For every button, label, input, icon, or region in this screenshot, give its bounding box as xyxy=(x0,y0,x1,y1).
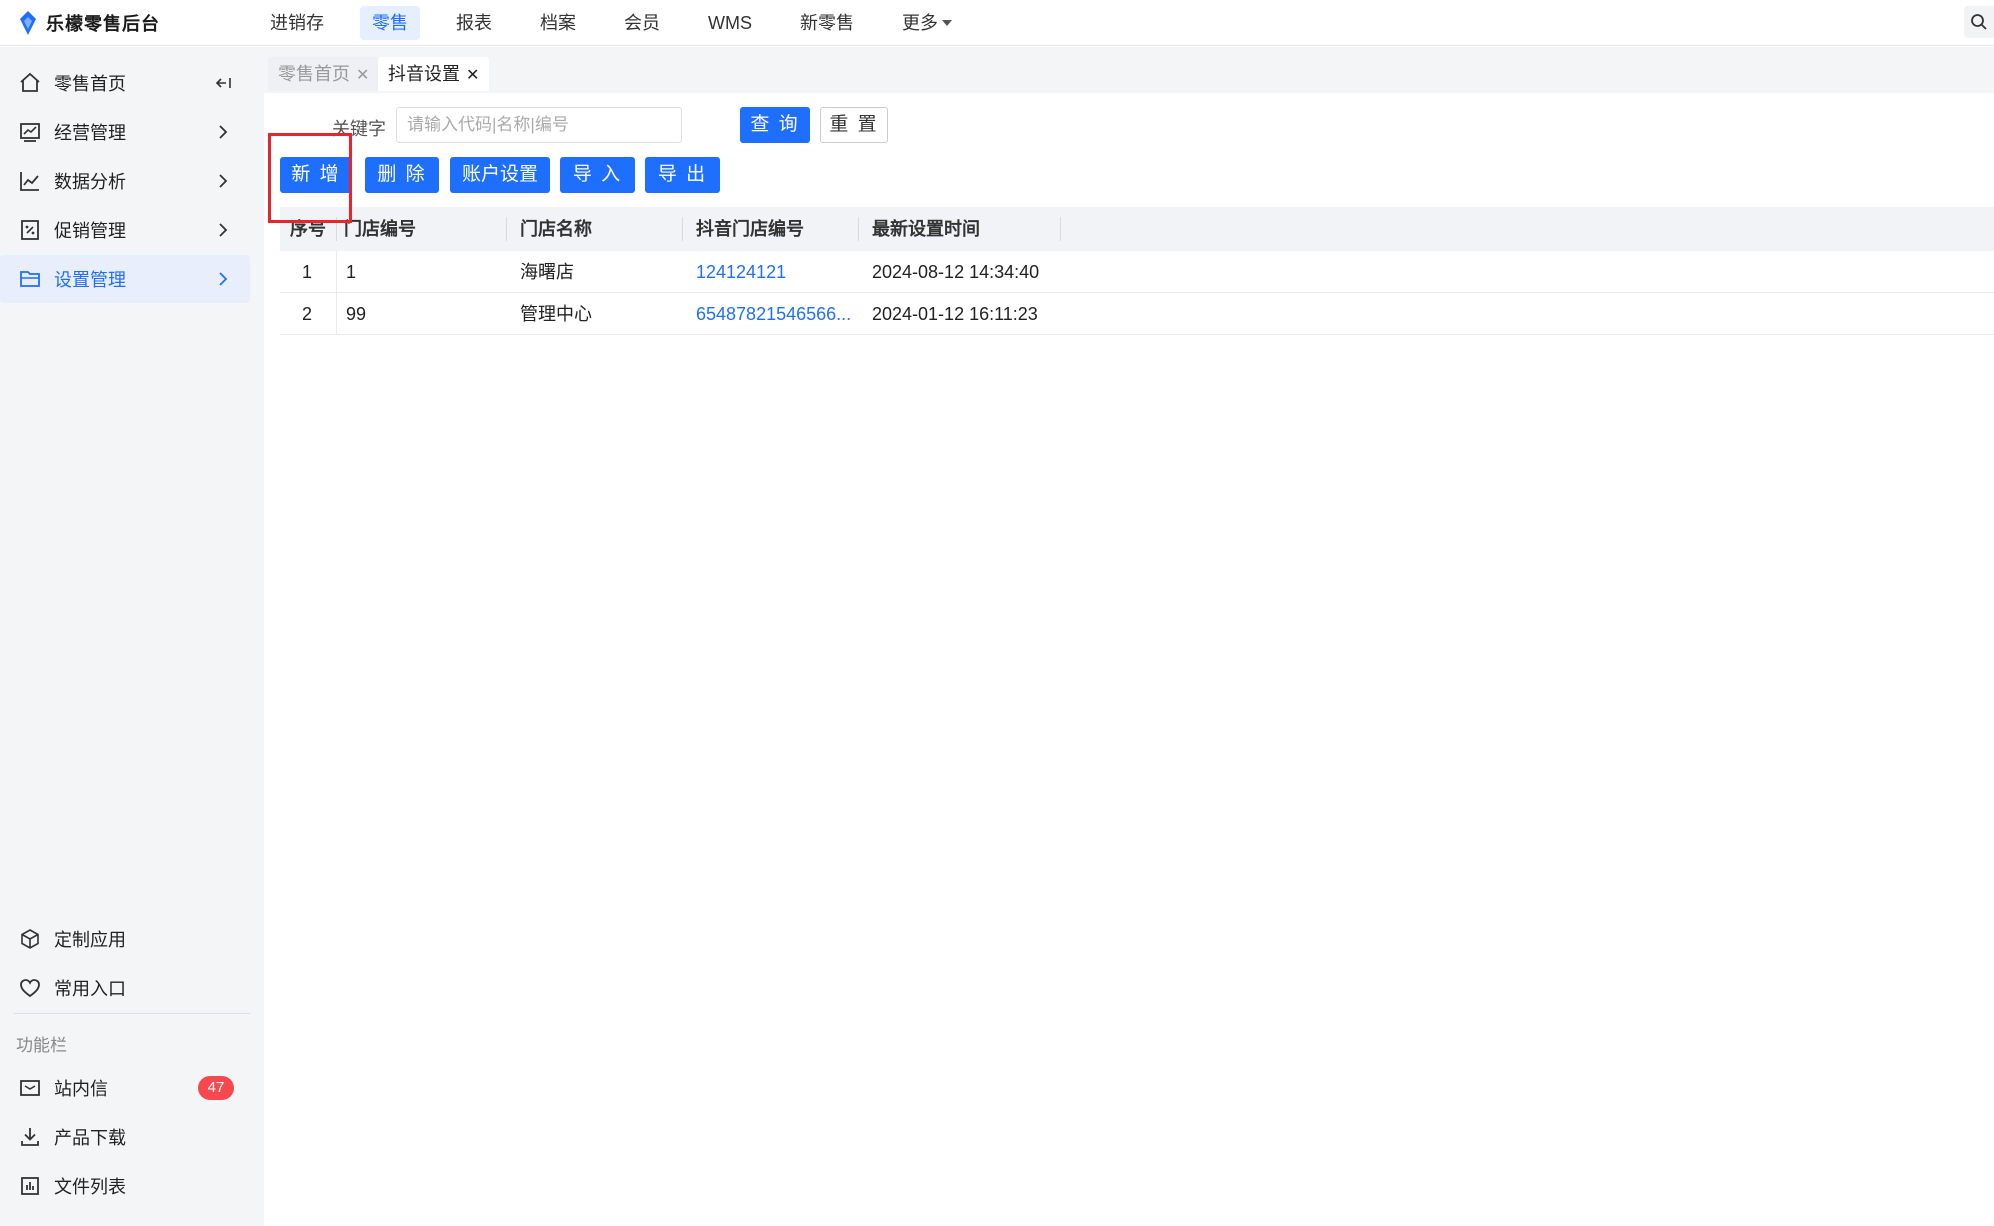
cell-douyin-code-link[interactable]: 124124121 xyxy=(696,251,786,293)
sidebar-item-label: 数据分析 xyxy=(54,172,126,192)
chevron-right-icon xyxy=(219,272,228,286)
sidebar-item-data-analysis[interactable]: 数据分析 xyxy=(0,157,250,205)
sidebar-item-file-list[interactable]: 文件列表 xyxy=(0,1162,250,1210)
column-separator xyxy=(858,217,859,241)
query-button[interactable]: 查 询 xyxy=(740,107,810,143)
close-icon[interactable]: ✕ xyxy=(466,67,479,84)
import-button[interactable]: 导 入 xyxy=(560,157,635,193)
app-logo[interactable]: 乐檬零售后台 xyxy=(18,8,160,38)
sidebar-item-custom-apps[interactable]: 定制应用 xyxy=(0,915,250,963)
heart-icon xyxy=(20,979,40,998)
main-nav: 进销存 零售 报表 档案 会员 WMS 新零售 更多 xyxy=(258,0,988,46)
cell-index: 1 xyxy=(302,262,313,282)
search-icon xyxy=(1971,14,1987,30)
mail-icon xyxy=(20,1080,40,1096)
cube-icon xyxy=(21,929,39,949)
reset-button[interactable]: 重 置 xyxy=(820,107,888,143)
tab-douyin-settings[interactable]: 抖音设置 ✕ xyxy=(378,57,490,91)
folder-icon xyxy=(20,271,40,287)
cell-index: 2 xyxy=(302,304,313,324)
page-tabs: 零售首页 ✕ 抖音设置 ✕ xyxy=(264,47,1994,93)
chevron-right-icon xyxy=(219,125,228,139)
nav-item-archive[interactable]: 档案 xyxy=(528,6,588,40)
chevron-right-icon xyxy=(219,223,228,237)
promotion-icon xyxy=(21,220,39,240)
caret-down-icon xyxy=(942,20,952,26)
sidebar: 零售首页 经营管理 数据分析 促销管理 设置管理 定制应用 常用入口 功能栏 站… xyxy=(0,47,264,1226)
cell-updated: 2024-01-12 16:11:23 xyxy=(872,304,1038,324)
nav-item-members[interactable]: 会员 xyxy=(612,6,672,40)
file-list-icon xyxy=(21,1177,39,1195)
nav-more-label: 更多 xyxy=(902,13,938,33)
nav-item-retail[interactable]: 零售 xyxy=(360,6,420,40)
column-header-store-code: 门店编号 xyxy=(344,219,416,239)
nav-item-more[interactable]: 更多 xyxy=(890,6,964,40)
sidebar-item-messages[interactable]: 站内信 47 xyxy=(0,1064,250,1112)
cell-store-code: 1 xyxy=(346,262,357,282)
column-header-store-name: 门店名称 xyxy=(520,219,592,239)
table-row[interactable]: 2 99 管理中心 65487821546566... 2024-01-12 1… xyxy=(280,293,1994,335)
cell-updated: 2024-08-12 14:34:40 xyxy=(872,262,1040,282)
sidebar-item-label: 零售首页 xyxy=(54,74,126,94)
nav-item-new-retail[interactable]: 新零售 xyxy=(788,6,866,40)
sidebar-item-label: 设置管理 xyxy=(54,270,126,290)
sidebar-item-label: 经营管理 xyxy=(54,123,126,143)
keyword-input[interactable] xyxy=(396,107,682,143)
chevron-right-icon xyxy=(219,174,228,188)
sidebar-item-label: 文件列表 xyxy=(54,1177,126,1197)
cell-store-name: 管理中心 xyxy=(520,304,592,324)
sidebar-item-label: 促销管理 xyxy=(54,221,126,241)
annotation-highlight-box xyxy=(268,133,352,223)
sidebar-section-title: 功能栏 xyxy=(16,1036,67,1055)
account-settings-button[interactable]: 账户设置 xyxy=(450,157,550,193)
download-icon xyxy=(21,1128,39,1146)
sidebar-item-operations[interactable]: 经营管理 xyxy=(0,108,250,156)
sidebar-item-label: 定制应用 xyxy=(54,930,126,950)
row-separator xyxy=(336,251,337,293)
sidebar-item-label: 常用入口 xyxy=(54,979,126,999)
top-navbar: 乐檬零售后台 进销存 零售 报表 档案 会员 WMS 新零售 更多 xyxy=(0,0,1994,46)
sidebar-item-retail-home[interactable]: 零售首页 xyxy=(0,59,250,107)
column-separator xyxy=(1060,217,1061,241)
column-separator xyxy=(506,217,507,241)
sidebar-item-favorites[interactable]: 常用入口 xyxy=(0,964,250,1012)
nav-item-wms[interactable]: WMS xyxy=(696,6,764,40)
sidebar-item-label: 产品下载 xyxy=(54,1128,126,1148)
tab-label: 零售首页 xyxy=(278,64,350,84)
column-separator xyxy=(682,217,683,241)
table-row[interactable]: 1 1 海曙店 124124121 2024-08-12 14:34:40 xyxy=(280,251,1994,293)
delete-button[interactable]: 删 除 xyxy=(365,157,439,193)
cell-store-code: 99 xyxy=(346,304,367,324)
collapse-sidebar-icon[interactable] xyxy=(214,74,232,92)
line-chart-icon xyxy=(20,172,39,191)
sidebar-divider xyxy=(14,1013,250,1014)
sidebar-item-promotions[interactable]: 促销管理 xyxy=(0,206,250,254)
nav-item-reports[interactable]: 报表 xyxy=(444,6,504,40)
export-button[interactable]: 导 出 xyxy=(645,157,720,193)
logo-icon xyxy=(20,11,36,35)
sidebar-item-label: 站内信 xyxy=(54,1079,108,1099)
table-header: 序号 门店编号 门店名称 抖音门店编号 最新设置时间 xyxy=(280,207,1994,251)
app-title: 乐檬零售后台 xyxy=(46,14,160,34)
cell-douyin-code-link[interactable]: 65487821546566... xyxy=(696,293,851,335)
main-content: 关键字 查 询 重 置 新 增 删 除 账户设置 导 入 导 出 序号 门店编号… xyxy=(264,93,1994,1226)
column-header-updated: 最新设置时间 xyxy=(872,219,980,239)
top-search-button[interactable] xyxy=(1964,6,1994,38)
nav-item-inventory[interactable]: 进销存 xyxy=(258,6,336,40)
row-separator xyxy=(336,293,337,335)
close-icon[interactable]: ✕ xyxy=(356,67,369,84)
chart-board-icon xyxy=(20,123,40,142)
unread-count-badge: 47 xyxy=(198,1076,234,1100)
sidebar-item-settings[interactable]: 设置管理 xyxy=(0,255,250,303)
sidebar-item-downloads[interactable]: 产品下载 xyxy=(0,1113,250,1161)
tab-label: 抖音设置 xyxy=(388,64,460,84)
column-header-douyin-code: 抖音门店编号 xyxy=(696,219,804,239)
tab-retail-home[interactable]: 零售首页 ✕ xyxy=(268,57,380,91)
cell-store-name: 海曙店 xyxy=(520,262,574,282)
home-icon xyxy=(20,72,40,92)
store-table: 序号 门店编号 门店名称 抖音门店编号 最新设置时间 1 1 海曙店 12412… xyxy=(280,207,1994,335)
